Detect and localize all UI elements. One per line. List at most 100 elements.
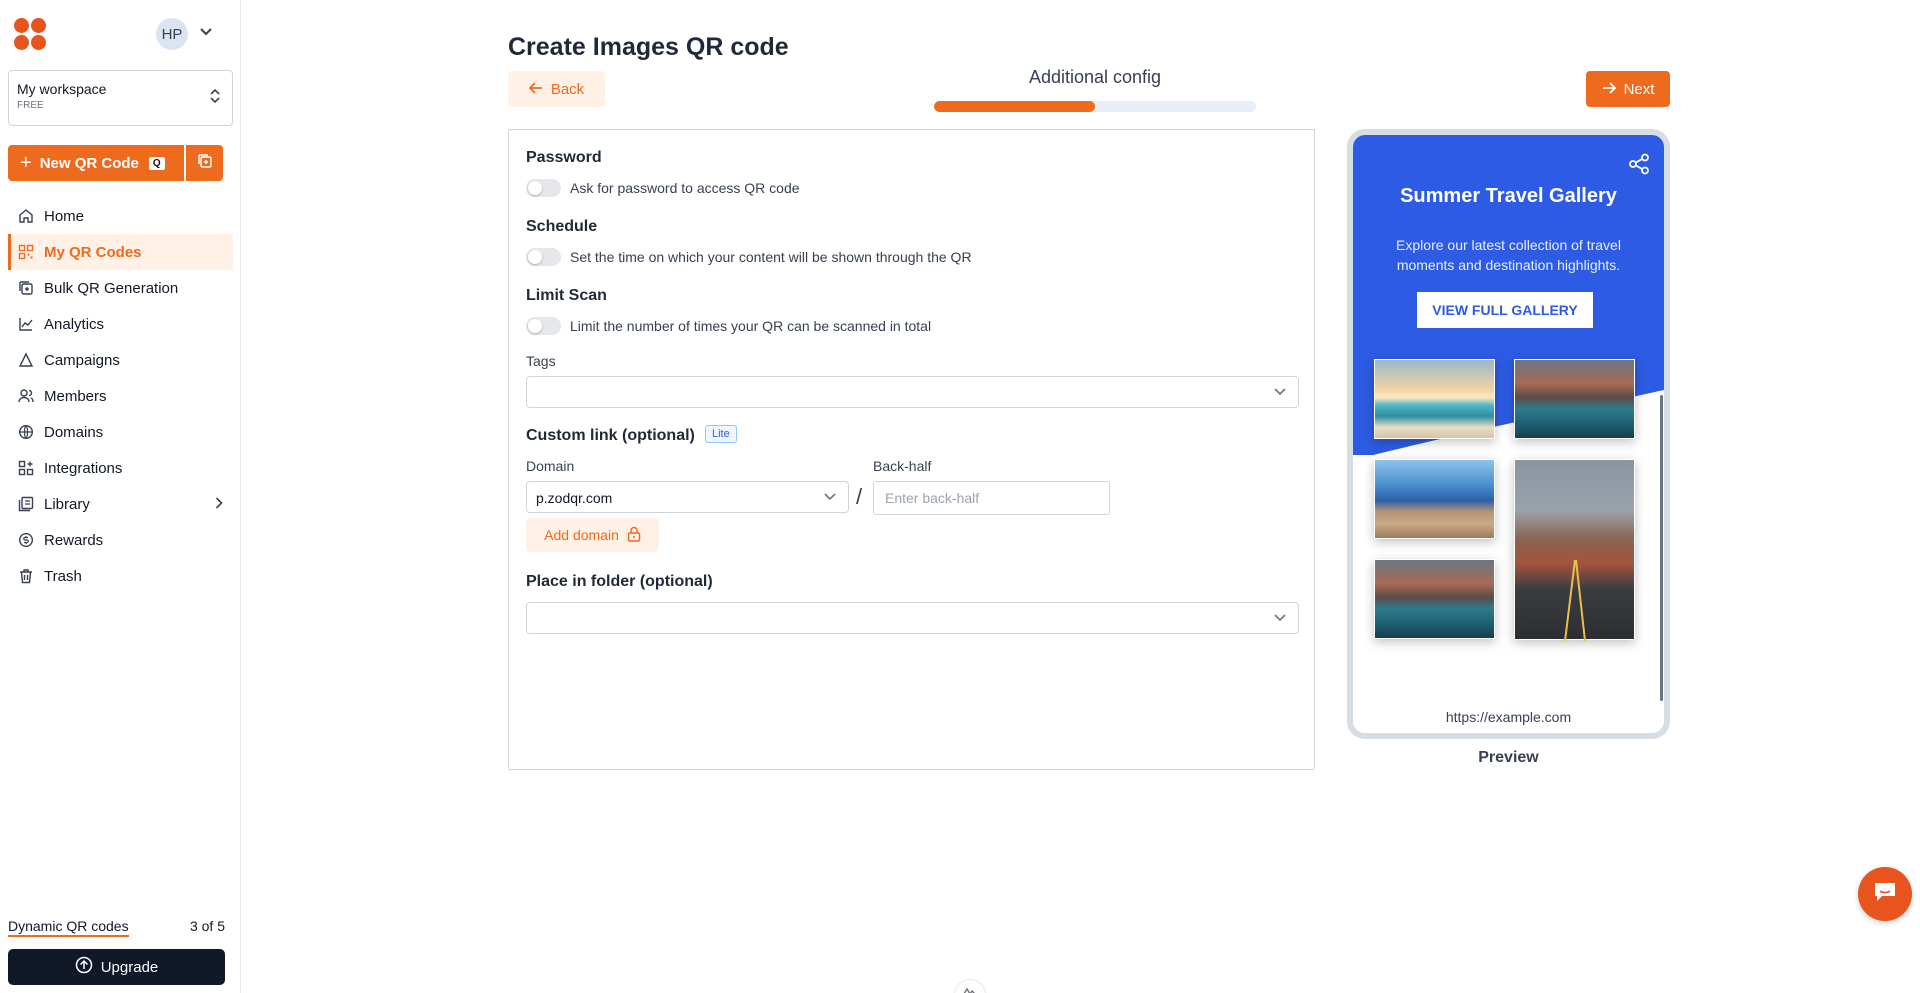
domain-label: Domain <box>526 458 575 474</box>
sidebar-item-campaigns[interactable]: Campaigns <box>8 342 233 378</box>
nuxt-devtools-icon[interactable] <box>954 979 986 993</box>
workspace-plan: FREE <box>17 100 44 111</box>
sidebar: HP My workspace FREE + New QR Code Q Hom… <box>0 0 241 993</box>
shortcut-badge: Q <box>148 156 165 170</box>
chevron-updown-icon <box>210 88 220 104</box>
upgrade-icon <box>75 956 93 978</box>
upgrade-label: Upgrade <box>100 958 159 976</box>
password-toggle-label: Ask for password to access QR code <box>570 180 800 196</box>
sidebar-item-trash[interactable]: Trash <box>8 558 233 594</box>
view-gallery-button[interactable]: VIEW FULL GALLERY <box>1417 292 1593 328</box>
limit-scan-toggle-label: Limit the number of times your QR can be… <box>570 318 932 334</box>
sidebar-item-label: Library <box>44 495 90 513</box>
sidebar-item-rewards[interactable]: Rewards <box>8 522 233 558</box>
app-logo[interactable] <box>14 18 50 52</box>
next-button[interactable]: Next <box>1586 71 1670 107</box>
sidebar-item-bulk-qr-generation[interactable]: Bulk QR Generation <box>8 270 233 306</box>
sidebar-nav: Home My QR Codes Bulk QR Generation Anal… <box>8 198 233 594</box>
sidebar-item-members[interactable]: Members <box>8 378 233 414</box>
sidebar-item-my-qr-codes[interactable]: My QR Codes <box>8 234 233 270</box>
tags-select[interactable] <box>526 376 1299 408</box>
workspace-switcher[interactable]: My workspace FREE <box>8 70 233 126</box>
limit-scan-toggle[interactable] <box>526 317 561 335</box>
chevron-down-icon <box>1274 385 1286 399</box>
home-icon <box>18 208 34 224</box>
sidebar-item-label: Bulk QR Generation <box>44 279 179 297</box>
sidebar-item-label: Trash <box>44 567 82 585</box>
custom-link-title: Custom link (optional) <box>526 427 695 444</box>
qr-grid-icon <box>18 244 34 260</box>
sidebar-item-library[interactable]: Library <box>8 486 233 522</box>
gallery-image-mountain-lake <box>1514 359 1635 439</box>
schedule-toggle-label: Set the time on which your content will … <box>570 249 972 265</box>
preview-url: https://example.com <box>1445 709 1572 725</box>
rewards-icon <box>18 532 34 548</box>
sidebar-item-label: My QR Codes <box>44 243 142 261</box>
library-icon <box>18 496 34 512</box>
sidebar-item-label: Campaigns <box>44 351 120 369</box>
avatar[interactable]: HP <box>156 18 188 50</box>
sidebar-item-label: Domains <box>44 423 104 441</box>
globe-icon <box>18 424 34 440</box>
usage-label: Dynamic QR codes <box>8 918 129 937</box>
chart-icon <box>18 316 34 332</box>
add-domain-button[interactable]: Add domain <box>526 518 659 552</box>
additional-config-form: Password Ask for password to access QR c… <box>508 129 1315 770</box>
sidebar-item-label: Home <box>44 207 85 225</box>
back-half-label: Back-half <box>873 458 932 474</box>
lite-badge: Lite <box>705 425 737 443</box>
chevron-right-icon <box>215 496 223 512</box>
password-toggle[interactable] <box>526 179 561 197</box>
preview-scrollbar[interactable] <box>1660 395 1663 701</box>
share-icon[interactable] <box>1628 153 1650 180</box>
tags-label: Tags <box>526 353 556 369</box>
sidebar-item-analytics[interactable]: Analytics <box>8 306 233 342</box>
chevron-down-icon[interactable] <box>200 25 212 39</box>
schedule-toggle-row: Set the time on which your content will … <box>526 248 972 266</box>
trash-icon <box>18 568 34 584</box>
preview-label: Preview <box>1478 749 1539 766</box>
gallery-image-beach <box>1374 359 1495 439</box>
campaign-icon <box>18 352 34 368</box>
password-toggle-row: Ask for password to access QR code <box>526 179 800 197</box>
road-line <box>1564 559 1586 641</box>
workspace-name: My workspace <box>17 81 107 97</box>
sidebar-item-label: Members <box>44 387 107 405</box>
back-half-input[interactable] <box>873 481 1110 515</box>
sidebar-item-domains[interactable]: Domains <box>8 414 233 450</box>
preview-title: Summer Travel Gallery <box>1400 185 1617 207</box>
sidebar-item-home[interactable]: Home <box>8 198 233 234</box>
chevron-down-icon <box>824 490 836 504</box>
schedule-toggle[interactable] <box>526 248 561 266</box>
new-qr-code-label: New QR Code <box>39 154 139 172</box>
domain-value: p.zodqr.com <box>536 490 613 506</box>
usage-meter: Dynamic QR codes 3 of 5 <box>8 918 225 937</box>
folder-title: Place in folder (optional) <box>526 573 713 590</box>
arrow-right-icon <box>1602 81 1616 98</box>
chevron-down-icon <box>1274 611 1286 625</box>
arrow-left-icon <box>528 81 543 98</box>
usage-count: 3 of 5 <box>189 918 225 934</box>
phone-preview: Summer Travel Gallery Explore our latest… <box>1347 129 1670 739</box>
lock-icon <box>627 526 641 545</box>
integrations-icon <box>18 460 34 476</box>
preview-screen: Summer Travel Gallery Explore our latest… <box>1353 135 1664 733</box>
step-title: Additional config <box>1028 67 1162 87</box>
back-label: Back <box>550 80 585 98</box>
chat-support-button[interactable] <box>1858 867 1912 921</box>
plus-icon: + <box>20 151 32 174</box>
back-button[interactable]: Back <box>508 71 605 107</box>
step-progress-fill <box>934 101 1095 112</box>
sidebar-item-integrations[interactable]: Integrations <box>8 450 233 486</box>
new-qr-code-button[interactable]: + New QR Code Q <box>8 145 184 181</box>
password-title: Password <box>526 149 602 166</box>
upgrade-button[interactable]: Upgrade <box>8 949 225 985</box>
domain-select[interactable]: p.zodqr.com <box>526 481 849 513</box>
gallery-image-desert-road <box>1514 459 1635 641</box>
duplicate-qr-button[interactable] <box>186 145 223 181</box>
folder-select[interactable] <box>526 602 1299 634</box>
next-label: Next <box>1623 80 1655 98</box>
limit-scan-title: Limit Scan <box>526 287 607 304</box>
limit-scan-toggle-row: Limit the number of times your QR can be… <box>526 317 931 335</box>
gallery-image-mountain-lake-2 <box>1374 559 1495 639</box>
